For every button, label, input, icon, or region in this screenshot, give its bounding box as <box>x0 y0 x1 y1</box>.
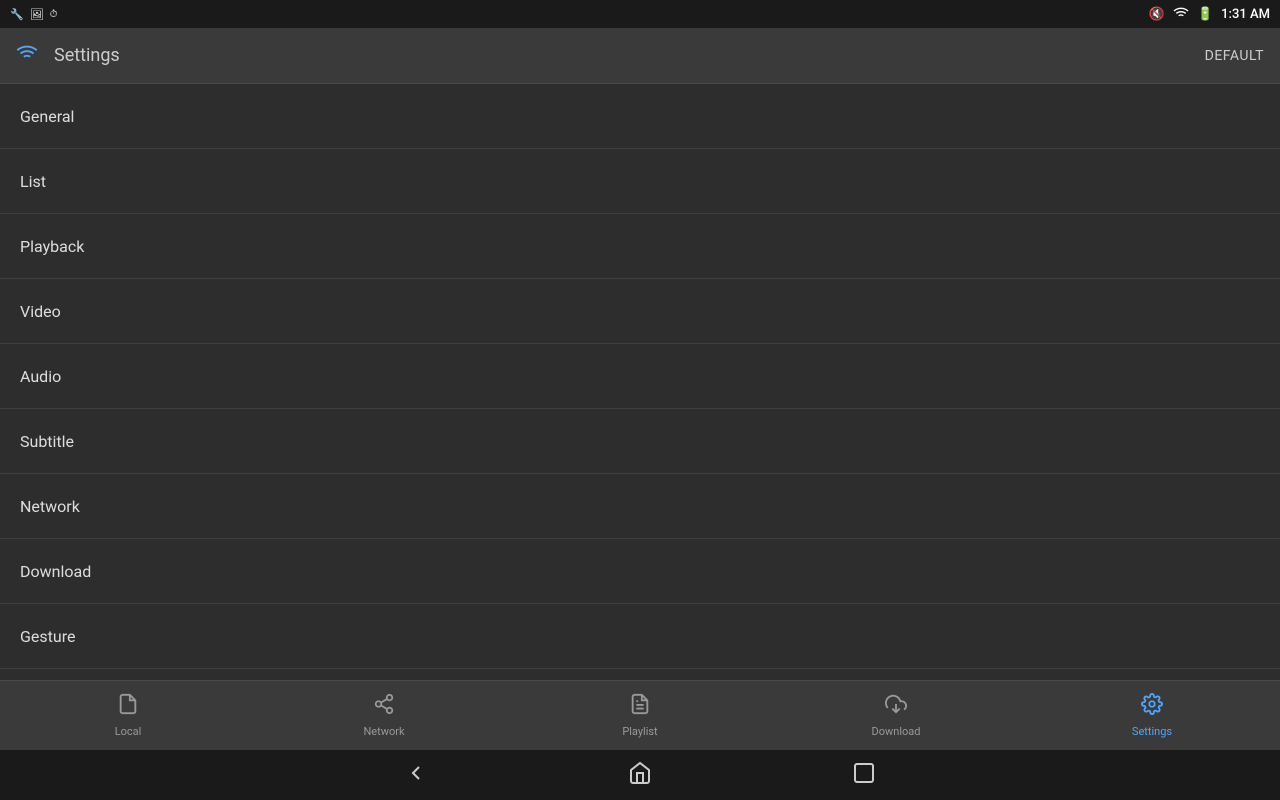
nav-local-label: Local <box>115 725 142 738</box>
settings-item-video[interactable]: Video <box>0 279 1280 344</box>
nav-network-label: Network <box>363 725 404 738</box>
home-button[interactable] <box>628 761 652 790</box>
settings-item-playback-label: Playback <box>20 237 84 256</box>
nav-download-label: Download <box>872 725 921 738</box>
settings-item-audio-label: Audio <box>20 367 61 386</box>
settings-item-download[interactable]: Download <box>0 539 1280 604</box>
settings-nav-icon <box>1141 693 1163 721</box>
playlist-icon <box>629 693 651 721</box>
bottom-nav: Local Network Playlist <box>0 680 1280 750</box>
mute-icon: 🔇 <box>1149 7 1165 22</box>
nav-item-playlist[interactable]: Playlist <box>512 681 768 750</box>
settings-item-list[interactable]: List <box>0 149 1280 214</box>
nav-playlist-label: Playlist <box>622 725 657 738</box>
recents-button[interactable] <box>852 761 876 790</box>
status-bar-right-icons: 🔇 🔋 1:31 AM <box>1149 5 1270 24</box>
app-bar: Settings DEFAULT <box>0 28 1280 84</box>
settings-item-subtitle-label: Subtitle <box>20 432 74 451</box>
status-bar: 🔧 🖼 ⏱ 🔇 🔋 1:31 AM <box>0 0 1280 28</box>
battery-icon: 🔋 <box>1197 7 1213 22</box>
nav-settings-label: Settings <box>1132 725 1172 738</box>
settings-item-audio[interactable]: Audio <box>0 344 1280 409</box>
settings-item-network[interactable]: Network <box>0 474 1280 539</box>
nav-item-settings[interactable]: Settings <box>1024 681 1280 750</box>
settings-item-list-label: List <box>20 172 46 191</box>
settings-item-gesture-label: Gesture <box>20 627 75 646</box>
settings-item-download-label: Download <box>20 562 91 581</box>
settings-item-subtitle[interactable]: Subtitle <box>0 409 1280 474</box>
network-nav-icon <box>373 693 395 721</box>
system-nav-bar <box>0 750 1280 800</box>
back-button[interactable] <box>404 761 428 790</box>
local-icon <box>117 693 139 721</box>
settings-list: General List Playback Video Audio Subtit… <box>0 84 1280 680</box>
status-bar-left-icons: 🔧 🖼 ⏱ <box>10 8 57 21</box>
default-button[interactable]: DEFAULT <box>1205 48 1264 64</box>
wifi-icon <box>16 42 38 69</box>
settings-item-playback[interactable]: Playback <box>0 214 1280 279</box>
tool-icon: 🔧 <box>10 8 24 21</box>
app-bar-left: Settings <box>16 42 120 69</box>
download-nav-icon <box>885 693 907 721</box>
nav-item-download[interactable]: Download <box>768 681 1024 750</box>
settings-item-general[interactable]: General <box>0 84 1280 149</box>
wifi-signal-icon <box>1173 5 1189 24</box>
settings-item-video-label: Video <box>20 302 61 321</box>
nav-item-network[interactable]: Network <box>256 681 512 750</box>
camera-icon: ⏱ <box>50 9 58 20</box>
settings-item-general-label: General <box>20 107 74 126</box>
nav-item-local[interactable]: Local <box>0 681 256 750</box>
app-title: Settings <box>54 45 120 66</box>
settings-item-gesture[interactable]: Gesture <box>0 604 1280 669</box>
settings-item-network-label: Network <box>20 497 80 516</box>
image-icon: 🖼 <box>30 8 44 21</box>
time-display: 1:31 AM <box>1221 7 1270 22</box>
